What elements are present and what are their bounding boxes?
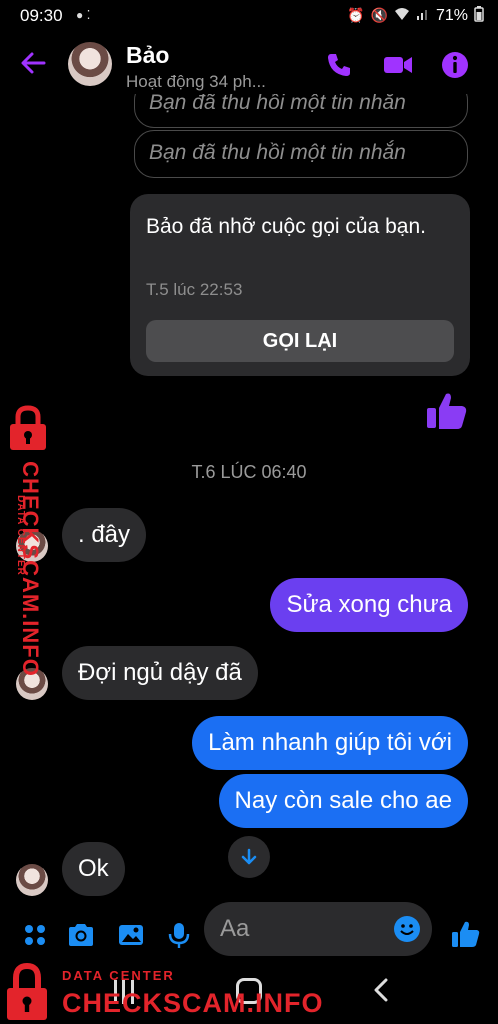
- message-bubble[interactable]: . đây: [62, 508, 147, 562]
- watermark-side: DATA CENTER CHECKSCAM.INFO: [0, 404, 56, 677]
- watermark-label: CHECKSCAM.INFO: [62, 988, 324, 1018]
- message-bubble[interactable]: Sửa xong chưa: [270, 578, 468, 632]
- message-bubble[interactable]: Nay còn sale cho ae: [218, 774, 468, 828]
- info-icon[interactable]: [440, 50, 470, 80]
- thumbs-up-icon[interactable]: [450, 918, 482, 950]
- wifi-icon: [394, 7, 410, 24]
- call-back-button[interactable]: GỌI LẠI: [146, 320, 454, 362]
- message-bubble[interactable]: Ok: [62, 842, 125, 896]
- notification-icons: ● ⁚: [76, 8, 91, 22]
- contact-name[interactable]: Bảo: [126, 42, 169, 69]
- message-bubble[interactable]: Đợi ngủ dậy đã: [62, 646, 258, 700]
- signal-icon: [416, 7, 430, 24]
- thumbs-up-icon: [424, 388, 470, 434]
- missed-call-time: T.5 lúc 22:53: [146, 280, 243, 299]
- missed-call-text: Bảo đã nhỡ cuộc gọi của bạn.: [146, 215, 426, 238]
- arrow-down-icon[interactable]: [228, 836, 270, 878]
- video-icon[interactable]: [382, 50, 412, 80]
- status-bar: 09:30 ● ⁚ ⏰ 🔇 71%: [0, 0, 498, 34]
- menu-dots-icon[interactable]: [20, 920, 50, 950]
- message-list[interactable]: Bạn đã thu hồi một tin nhắn Bạn đã thu h…: [0, 94, 498, 900]
- message-bubble[interactable]: Làm nhanh giúp tôi với: [192, 716, 468, 770]
- missed-call-card: Bảo đã nhỡ cuộc gọi của bạn. T.5 lúc 22:…: [130, 194, 470, 376]
- microphone-icon[interactable]: [164, 920, 194, 950]
- watermark-label: CHECKSCAM.INFO: [17, 461, 43, 677]
- recalled-message: Bạn đã thu hồi một tin nhắn: [134, 94, 468, 128]
- message-composer: Aa: [0, 900, 498, 966]
- recalled-message: Bạn đã thu hồi một tin nhắn: [134, 130, 468, 178]
- back-arrow-icon[interactable]: [18, 48, 50, 80]
- emoji-icon[interactable]: [394, 916, 420, 942]
- back-icon[interactable]: [370, 976, 392, 1011]
- battery-percent: 71%: [435, 6, 468, 24]
- watermark-label-small: DATA CENTER: [62, 968, 175, 983]
- contact-activity-status: Hoạt động 34 ph...: [126, 72, 266, 91]
- message-input-placeholder: Aa: [220, 915, 250, 942]
- image-icon[interactable]: [116, 920, 146, 950]
- lock-icon: [10, 405, 46, 450]
- sender-avatar: [16, 864, 48, 896]
- message-input[interactable]: Aa: [204, 902, 432, 956]
- contact-avatar[interactable]: [68, 42, 112, 86]
- phone-icon[interactable]: [324, 50, 354, 80]
- conversation-timestamp: T.6 LÚC 06:40: [191, 462, 307, 482]
- mute-icon: 🔇: [370, 7, 388, 23]
- battery-icon: [474, 6, 484, 25]
- camera-icon[interactable]: [66, 920, 96, 950]
- status-right-icons: ⏰ 🔇 71%: [347, 6, 484, 25]
- lock-icon: [7, 962, 47, 1020]
- watermark-bottom: DATA CENTER CHECKSCAM.INFO: [0, 958, 323, 1024]
- status-time: 09:30: [20, 6, 63, 25]
- chat-header: Bảo Hoạt động 34 ph...: [0, 34, 498, 94]
- alarm-icon: ⏰: [347, 7, 365, 23]
